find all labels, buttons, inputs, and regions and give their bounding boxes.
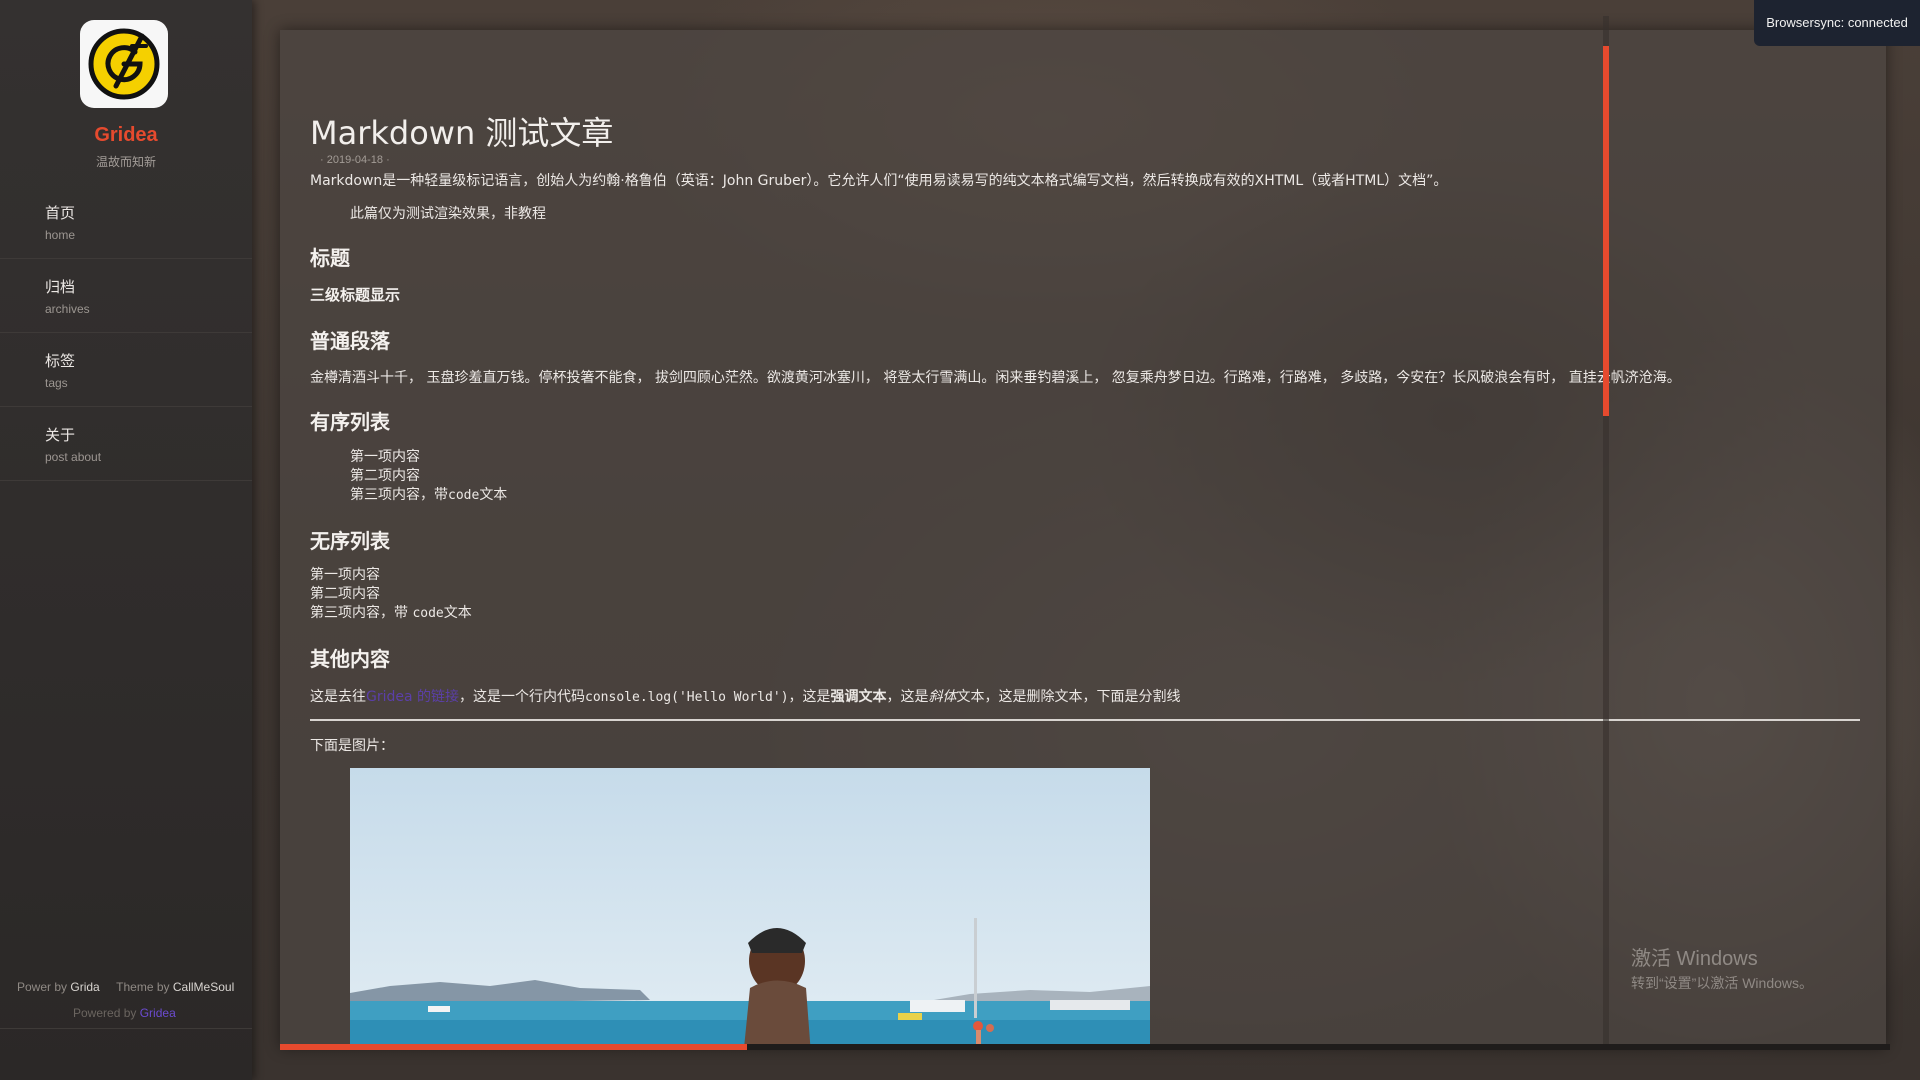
list-item: 第三项内容，带code文本 bbox=[350, 486, 507, 505]
image-caption: 下面是图片： bbox=[310, 738, 394, 754]
heading-other: 其他内容 bbox=[310, 647, 390, 671]
heading-level3: 三级标题显示 bbox=[310, 286, 401, 304]
nav-sublabel: post about bbox=[45, 450, 102, 464]
site-name[interactable]: Gridea bbox=[0, 124, 252, 147]
browsersync-notification: Browsersync: connected bbox=[1754, 0, 1920, 46]
post-date: · 2019-04-18 · bbox=[320, 154, 390, 166]
list-item-text: 文本 bbox=[479, 487, 508, 503]
powered-by-link[interactable]: Gridea bbox=[140, 1006, 176, 1020]
theme-by-label: Theme by bbox=[116, 980, 170, 994]
watermark-subtitle: 转到“设置”以激活 Windows。 bbox=[1631, 975, 1814, 991]
power-by-link[interactable]: Grida bbox=[70, 980, 99, 994]
nav-item-about[interactable]: 关于 post about bbox=[0, 407, 252, 481]
strong-text: 强调文本 bbox=[830, 689, 887, 705]
nav-sublabel: archives bbox=[45, 302, 90, 316]
text-fragment: 文本，这是删除文本，下面是分割线 bbox=[956, 689, 1181, 705]
site-logo[interactable] bbox=[80, 20, 168, 108]
inline-code: code bbox=[448, 488, 480, 503]
nav-label: 标签 bbox=[45, 352, 76, 370]
watermark-title: 激活 Windows bbox=[1631, 948, 1758, 970]
inline-code: code bbox=[412, 606, 444, 621]
list-item-text: 第三项内容，带 bbox=[350, 487, 448, 503]
heading-unordered-list: 无序列表 bbox=[310, 529, 390, 553]
divider bbox=[0, 1028, 252, 1029]
theme-by-link[interactable]: CallMeSoul bbox=[173, 980, 234, 994]
list-item: 第一项内容 bbox=[310, 567, 380, 583]
text-fragment: ，这是 bbox=[788, 689, 831, 705]
other-paragraph: 这是去往Gridea 的链接，这是一个行内代码console.log('Hell… bbox=[310, 686, 1181, 706]
nav-label: 归档 bbox=[45, 278, 76, 296]
horizontal-rule bbox=[310, 719, 1860, 721]
windows-activation-watermark: 激活 Windows 转到“设置”以激活 Windows。 bbox=[1631, 942, 1813, 993]
list-item: 第二项内容 bbox=[350, 468, 420, 484]
text-fragment: ，这是 bbox=[886, 689, 929, 705]
gridea-logo-icon bbox=[88, 28, 160, 100]
site-description: 温故而知新 bbox=[95, 155, 156, 169]
text-fragment: ，这是一个行内代码 bbox=[459, 689, 586, 705]
list-item: 第二项内容 bbox=[310, 586, 380, 602]
reading-progress-bar bbox=[280, 1044, 747, 1050]
italic-text: 斜体 bbox=[928, 689, 957, 705]
post-date-text: 2019-04-18 bbox=[326, 154, 384, 166]
nav-sublabel: tags bbox=[45, 376, 68, 390]
list-item-text: 第三项内容，带 bbox=[310, 605, 413, 621]
list-item: 第三项内容，带 code文本 bbox=[310, 604, 472, 623]
post-card: Markdown 测试文章 · 2019-04-18 · Markdown是一种… bbox=[280, 30, 1886, 1048]
footer-powered: Powered by Gridea bbox=[73, 1006, 176, 1020]
inline-code: console.log('Hello World') bbox=[585, 690, 789, 705]
sidebar: Gridea 温故而知新 首页 home 归档 archives 标签 tags… bbox=[0, 0, 252, 1080]
blockquote: 此篇仅为测试渲染效果，非教程 bbox=[350, 206, 546, 222]
footer-credits: Power by Grida Theme by CallMeSoul bbox=[17, 980, 234, 994]
main-nav: 首页 home 归档 archives 标签 tags 关于 post abou… bbox=[0, 185, 252, 481]
nav-label: 关于 bbox=[45, 426, 76, 444]
list-item-text: 文本 bbox=[443, 605, 472, 621]
nav-item-home[interactable]: 首页 home bbox=[0, 185, 252, 259]
nav-item-archives[interactable]: 归档 archives bbox=[0, 259, 252, 333]
heading-ordered-list: 有序列表 bbox=[310, 410, 390, 434]
ordered-list: 第一项内容 第二项内容 第三项内容，带code文本 bbox=[350, 448, 507, 505]
unordered-list: 第一项内容 第二项内容 第三项内容，带 code文本 bbox=[310, 566, 472, 623]
nav-item-tags[interactable]: 标签 tags bbox=[0, 333, 252, 407]
poem-paragraph: 金樽清酒斗十千， 玉盘珍羞直万钱。停杯投箸不能食， 拔剑四顾心茫然。欲渡黄河冰塞… bbox=[310, 370, 1681, 386]
nav-sublabel: home bbox=[45, 228, 76, 242]
heading-paragraph: 普通段落 bbox=[310, 329, 390, 353]
text-fragment: 这是去往 bbox=[310, 689, 366, 705]
intro-paragraph: Markdown是一种轻量级标记语言，创始人为约翰·格鲁伯（英语：John Gr… bbox=[310, 173, 1448, 189]
gridea-link[interactable]: Gridea 的链接 bbox=[366, 689, 459, 705]
powered-by-label: Powered by bbox=[73, 1006, 137, 1020]
list-item: 第一项内容 bbox=[350, 449, 420, 465]
scrollbar-thumb[interactable] bbox=[1603, 46, 1609, 416]
post-image[interactable] bbox=[350, 768, 1150, 1048]
nav-label: 首页 bbox=[45, 204, 76, 222]
heading-title: 标题 bbox=[310, 246, 350, 270]
beach-photo-image bbox=[350, 768, 1150, 1048]
power-by-label: Power by bbox=[17, 980, 68, 994]
post-title: Markdown 测试文章 bbox=[310, 114, 614, 152]
